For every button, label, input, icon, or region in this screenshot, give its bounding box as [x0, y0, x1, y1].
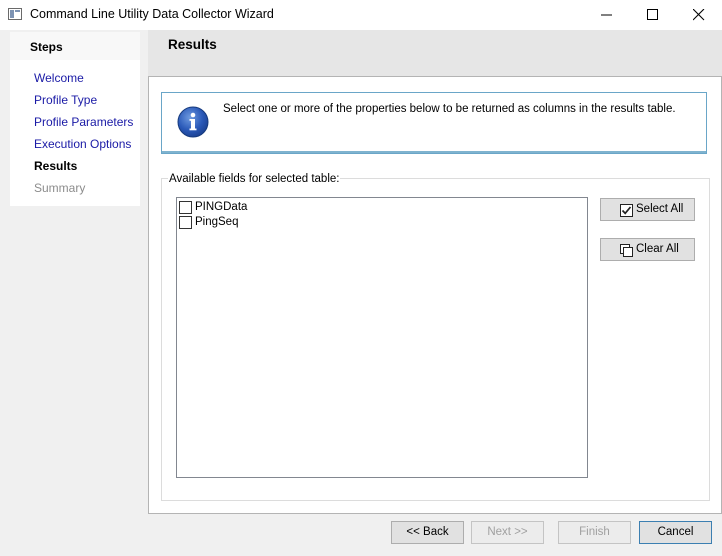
info-text: Select one or more of the properties bel… — [223, 103, 676, 115]
steps-panel: Steps Welcome Profile Type Profile Param… — [10, 32, 140, 206]
content-panel: Select one or more of the properties bel… — [148, 76, 722, 514]
step-profile-parameters[interactable]: Profile Parameters — [34, 115, 133, 129]
steps-title: Steps — [30, 40, 63, 54]
select-all-label: Select All — [636, 203, 684, 215]
select-all-button[interactable]: Select All — [600, 198, 695, 221]
title-bar: Command Line Utility Data Collector Wiza… — [0, 0, 722, 30]
field-label-pingdata: PINGData — [195, 201, 248, 213]
maximize-button[interactable] — [630, 0, 676, 30]
window-title: Command Line Utility Data Collector Wiza… — [30, 7, 274, 21]
fields-groupbox: Available fields for selected table: PIN… — [161, 173, 710, 501]
finish-button[interactable]: Finish — [558, 521, 631, 544]
fields-group-label: Available fields for selected table: — [168, 173, 341, 185]
cancel-button[interactable]: Cancel — [639, 521, 712, 544]
step-profile-type[interactable]: Profile Type — [34, 93, 97, 107]
maximize-icon — [647, 9, 658, 20]
fields-listbox[interactable]: PINGData PingSeq — [176, 197, 588, 478]
step-summary: Summary — [34, 181, 86, 195]
steps-header: Steps — [10, 32, 140, 60]
field-checkbox-pingseq[interactable] — [179, 216, 192, 229]
minimize-icon — [601, 14, 612, 16]
close-button[interactable] — [676, 0, 722, 30]
page-header: Results — [148, 30, 722, 76]
clear-all-label: Clear All — [636, 243, 679, 255]
field-checkbox-pingdata[interactable] — [179, 201, 192, 214]
step-execution-options[interactable]: Execution Options — [34, 137, 131, 151]
info-box: Select one or more of the properties bel… — [161, 92, 707, 154]
step-results: Results — [34, 159, 78, 173]
checked-box-icon — [620, 204, 633, 217]
page-title: Results — [168, 37, 217, 52]
step-welcome[interactable]: Welcome — [34, 71, 84, 85]
info-icon — [177, 106, 209, 138]
app-window-icon — [8, 8, 22, 20]
minimize-button[interactable] — [584, 0, 630, 30]
clear-boxes-icon — [620, 244, 633, 257]
clear-all-button[interactable]: Clear All — [600, 238, 695, 261]
back-button[interactable]: << Back — [391, 521, 464, 544]
close-icon — [693, 9, 705, 21]
field-label-pingseq: PingSeq — [195, 216, 239, 228]
next-button[interactable]: Next >> — [471, 521, 544, 544]
